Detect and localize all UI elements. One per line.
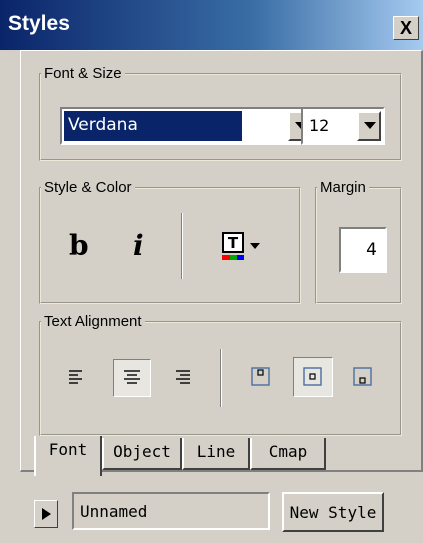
tab-object[interactable]: Object — [102, 438, 182, 470]
text-alignment-legend: Text Alignment — [44, 313, 142, 330]
new-style-button[interactable]: New Style — [282, 492, 384, 532]
text-color-button[interactable]: T — [221, 231, 265, 263]
align-left-icon — [69, 370, 82, 384]
style-name-value: Unnamed — [80, 502, 148, 521]
new-style-label: New Style — [289, 503, 377, 522]
bold-button[interactable]: b — [69, 229, 89, 262]
tab-font[interactable]: Font — [34, 436, 102, 476]
window-title: Styles — [8, 12, 70, 35]
valign-bottom-button[interactable] — [352, 366, 374, 388]
divider — [181, 213, 183, 279]
style-color-legend: Style & Color — [44, 179, 132, 196]
align-left-button[interactable] — [68, 369, 86, 387]
style-name-field[interactable]: Unnamed — [72, 492, 270, 530]
expand-button[interactable] — [34, 500, 58, 528]
valign-middle-button[interactable] — [293, 357, 333, 397]
margin-legend: Margin — [320, 179, 366, 196]
valign-bottom-icon — [353, 367, 372, 386]
align-center-icon — [124, 370, 140, 384]
svg-text:T: T — [228, 234, 239, 252]
size-select-value: 12 — [309, 116, 330, 135]
title-bar: Styles X — [0, 0, 423, 50]
align-right-button[interactable] — [173, 369, 191, 387]
valign-middle-icon — [303, 367, 322, 386]
margin-input[interactable]: 4 — [339, 227, 387, 273]
margin-value: 4 — [366, 240, 377, 260]
valign-top-button[interactable] — [250, 366, 272, 388]
text-color-icon: T — [222, 232, 260, 260]
styles-panel: Font & Size Verdana 12 Style & Color b i… — [20, 50, 423, 472]
size-dropdown-button[interactable] — [357, 111, 381, 141]
font-select[interactable]: Verdana — [60, 107, 316, 145]
valign-top-icon — [251, 367, 270, 386]
tab-cmap[interactable]: Cmap — [250, 438, 326, 470]
tab-line[interactable]: Line — [182, 438, 250, 470]
divider — [220, 349, 222, 407]
font-size-legend: Font & Size — [44, 65, 122, 82]
chevron-down-icon — [364, 122, 376, 129]
italic-button[interactable]: i — [133, 229, 144, 262]
align-right-icon — [176, 370, 190, 384]
align-center-button[interactable] — [113, 359, 151, 397]
font-select-value: Verdana — [68, 115, 138, 135]
close-button[interactable]: X — [393, 16, 419, 40]
size-select[interactable]: 12 — [301, 107, 385, 145]
triangle-right-icon — [42, 508, 51, 520]
